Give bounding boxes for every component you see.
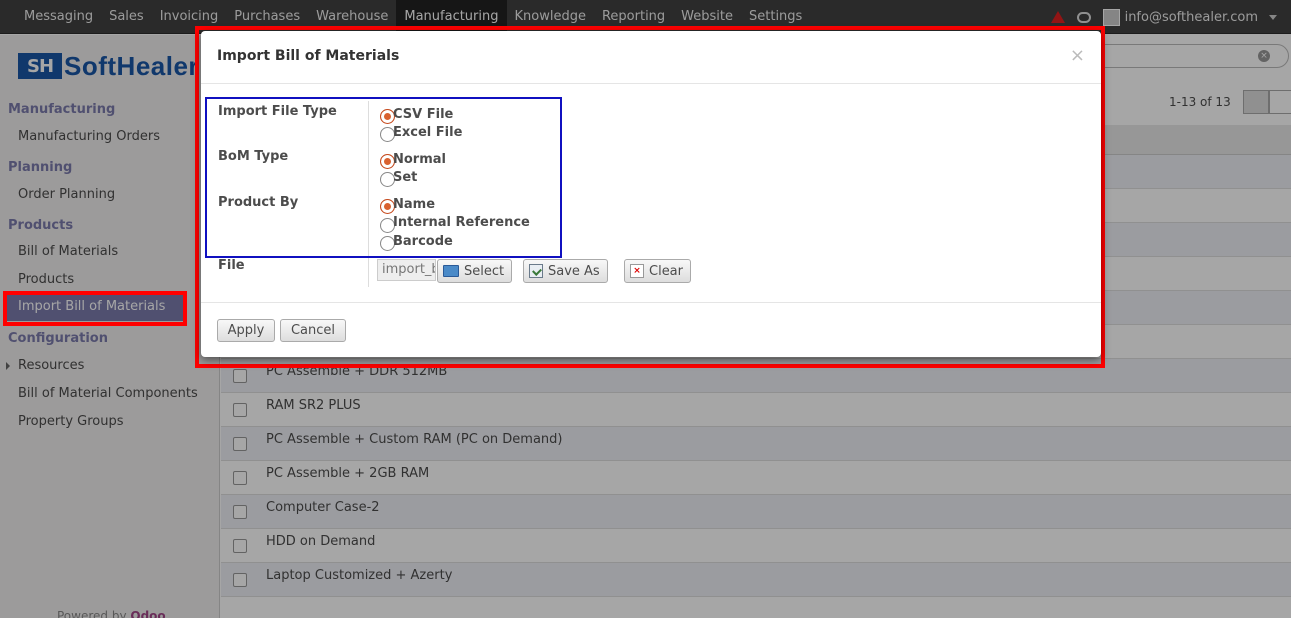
radio-internal-reference-label: Internal Reference xyxy=(393,215,530,230)
import-file-type-label: Import File Type xyxy=(218,104,337,119)
apply-button[interactable]: Apply xyxy=(217,319,275,342)
clear-icon: × xyxy=(630,264,644,278)
dialog-title: Import Bill of Materials xyxy=(217,48,400,64)
import-bom-dialog: Import Bill of Materials × Import File T… xyxy=(201,31,1101,357)
radio-excel-file-label: Excel File xyxy=(393,125,463,140)
radio-barcode-label: Barcode xyxy=(393,234,453,249)
clear-file-button[interactable]: × Clear xyxy=(624,259,691,283)
highlight-sidebar-item xyxy=(3,291,187,326)
select-file-button[interactable]: Select xyxy=(437,259,513,283)
save-as-button[interactable]: Save As xyxy=(523,259,608,283)
file-name-field[interactable]: import_b xyxy=(377,259,436,281)
dialog-header-divider xyxy=(201,83,1101,84)
radio-normal-label: Normal xyxy=(393,152,446,167)
select-file-label: Select xyxy=(464,263,505,279)
radio-csv-file-label: CSV File xyxy=(393,107,454,122)
radio-set-label: Set xyxy=(393,170,418,185)
close-icon[interactable]: × xyxy=(1070,45,1085,66)
cancel-button[interactable]: Cancel xyxy=(280,319,346,342)
clear-file-label: Clear xyxy=(649,263,683,279)
save-icon xyxy=(529,264,543,278)
dialog-footer-divider xyxy=(201,302,1101,303)
product-by-label: Product By xyxy=(218,195,299,210)
save-as-label: Save As xyxy=(548,263,600,279)
file-label: File xyxy=(218,258,245,273)
folder-icon xyxy=(443,265,459,277)
radio-name-label: Name xyxy=(393,197,436,212)
bom-type-label: BoM Type xyxy=(218,149,289,164)
